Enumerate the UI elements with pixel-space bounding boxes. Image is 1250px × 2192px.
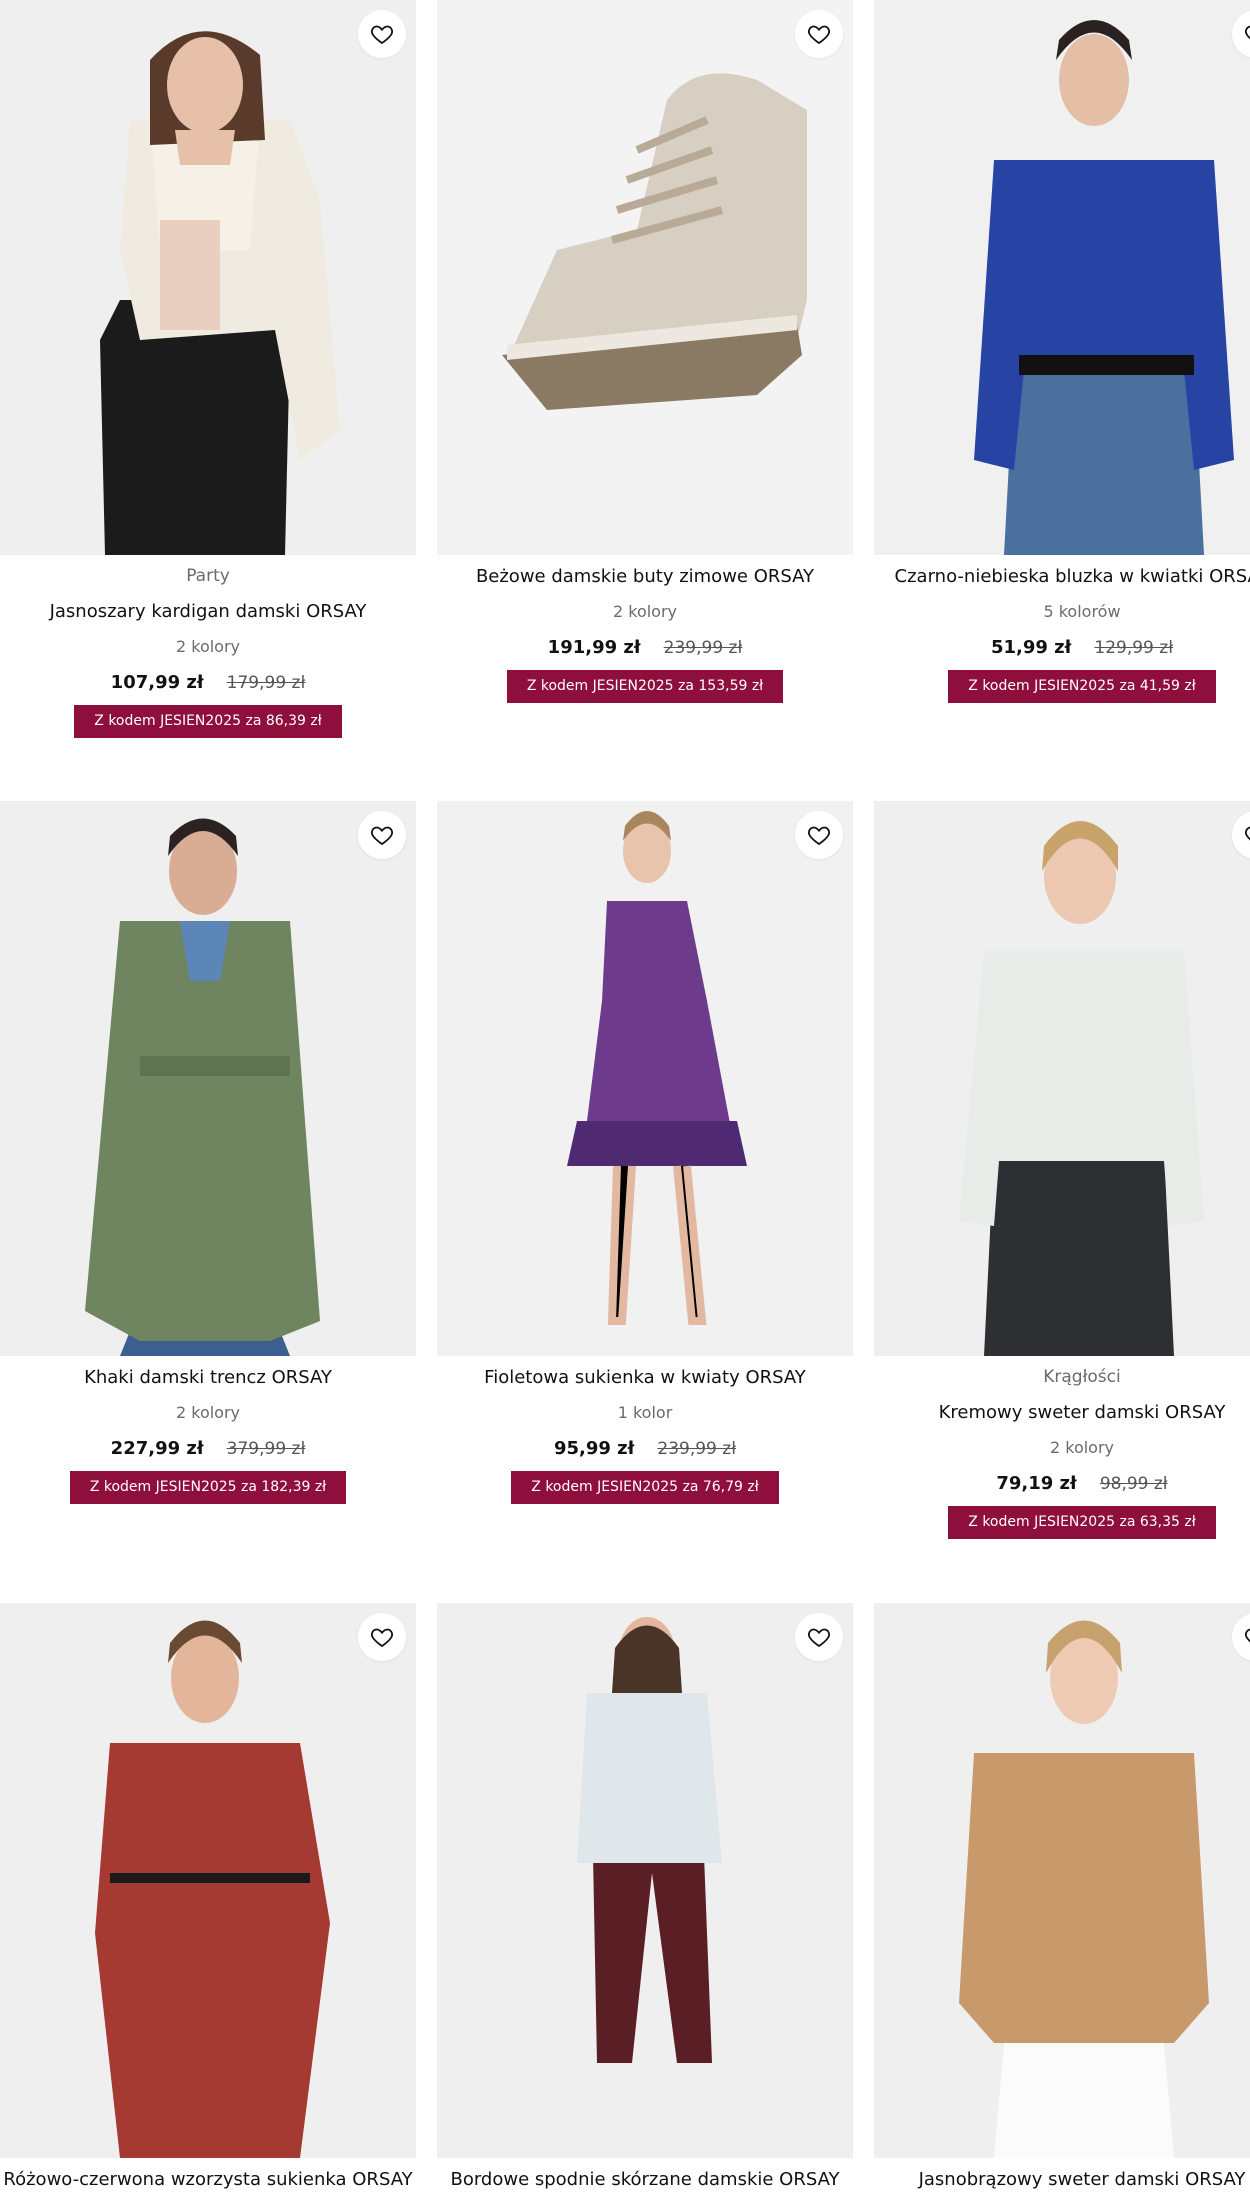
- product-price: 191,99 zł: [547, 637, 641, 658]
- heart-outline-icon: [1245, 826, 1250, 841]
- product-old-price: 129,99 zł: [1094, 638, 1174, 658]
- product-image[interactable]: [0, 1603, 416, 2158]
- heart-outline-icon: [371, 826, 393, 846]
- product-name[interactable]: Jasnobrązowy sweter damski ORSAY: [874, 2168, 1250, 2192]
- product-old-price: 239,99 zł: [663, 638, 743, 658]
- product-image[interactable]: [437, 801, 853, 1356]
- product-name[interactable]: Kremowy sweter damski ORSAY: [874, 1401, 1250, 1425]
- promo-code-badge: Z kodem JESIEN2025 za 182,39 zł: [69, 1471, 347, 1504]
- product-price: 51,99 zł: [990, 637, 1072, 658]
- heart-outline-icon: [371, 1628, 393, 1648]
- product-old-price: 179,99 zł: [226, 673, 306, 693]
- product-image[interactable]: [0, 0, 416, 555]
- product-colors-count: 2 kolory: [175, 1403, 241, 1422]
- product-name[interactable]: Fioletowa sukienka w kwiaty ORSAY: [437, 1366, 853, 1390]
- favorite-button[interactable]: [795, 811, 843, 859]
- heart-outline-icon: [371, 25, 393, 45]
- product-card[interactable]: Różowo-czerwona wzorzysta sukienka ORSAY: [0, 1603, 416, 2192]
- product-price: 107,99 zł: [110, 672, 204, 693]
- product-price: 95,99 zł: [553, 1438, 635, 1459]
- heart-outline-icon: [808, 25, 830, 45]
- product-name[interactable]: Jasnoszary kardigan damski ORSAY: [0, 600, 416, 624]
- product-card[interactable]: Bordowe spodnie skórzane damskie ORSAY: [437, 1603, 853, 2192]
- product-card[interactable]: Jasnobrązowy sweter damski ORSAY: [874, 1603, 1250, 2192]
- favorite-button[interactable]: [358, 1613, 406, 1661]
- product-colors-count: 1 kolor: [617, 1403, 673, 1422]
- promo-code-badge: Z kodem JESIEN2025 za 63,35 zł: [948, 1506, 1216, 1539]
- product-card[interactable]: Czarno-niebieska bluzka w kwiatki ORSAY …: [874, 0, 1250, 703]
- favorite-button[interactable]: [358, 811, 406, 859]
- product-colors-count: 5 kolorów: [1043, 602, 1121, 621]
- product-label: Party: [186, 566, 230, 586]
- product-name[interactable]: Beżowe damskie buty zimowe ORSAY: [437, 565, 853, 589]
- product-name[interactable]: Czarno-niebieska bluzka w kwiatki ORSAY: [874, 565, 1250, 589]
- product-colors-count: 2 kolory: [612, 602, 678, 621]
- product-name[interactable]: Różowo-czerwona wzorzysta sukienka ORSAY: [0, 2168, 416, 2192]
- product-grid: Party Jasnoszary kardigan damski ORSAY 2…: [0, 0, 1250, 2190]
- product-card[interactable]: Khaki damski trencz ORSAY 2 kolory 227,9…: [0, 801, 416, 1504]
- product-old-price: 98,99 zł: [1099, 1474, 1168, 1494]
- product-colors-count: 2 kolory: [1049, 1438, 1115, 1457]
- favorite-button[interactable]: [358, 10, 406, 58]
- product-price: 227,99 zł: [110, 1438, 204, 1459]
- promo-code-badge: Z kodem JESIEN2025 za 86,39 zł: [74, 705, 342, 738]
- product-price: 79,19 zł: [996, 1473, 1077, 1494]
- product-old-price: 379,99 zł: [226, 1439, 306, 1459]
- product-image[interactable]: [874, 0, 1250, 555]
- product-image[interactable]: [874, 1603, 1250, 2158]
- favorite-button[interactable]: [795, 10, 843, 58]
- product-image[interactable]: [874, 801, 1250, 1356]
- product-label: Krągłości: [1043, 1367, 1121, 1387]
- heart-outline-icon: [808, 826, 830, 846]
- promo-code-badge: Z kodem JESIEN2025 za 153,59 zł: [506, 670, 784, 703]
- product-old-price: 239,99 zł: [657, 1439, 737, 1459]
- product-name[interactable]: Khaki damski trencz ORSAY: [0, 1366, 416, 1390]
- heart-outline-icon: [1245, 25, 1250, 40]
- heart-outline-icon: [1245, 1628, 1250, 1643]
- promo-code-badge: Z kodem JESIEN2025 za 76,79 zł: [511, 1471, 779, 1504]
- product-card[interactable]: Party Jasnoszary kardigan damski ORSAY 2…: [0, 0, 416, 738]
- product-image[interactable]: [437, 0, 853, 555]
- promo-code-badge: Z kodem JESIEN2025 za 41,59 zł: [948, 670, 1216, 703]
- product-image[interactable]: [437, 1603, 853, 2158]
- product-colors-count: 2 kolory: [175, 637, 241, 656]
- product-name[interactable]: Bordowe spodnie skórzane damskie ORSAY: [437, 2168, 853, 2192]
- product-image[interactable]: [0, 801, 416, 1356]
- heart-outline-icon: [808, 1628, 830, 1648]
- favorite-button[interactable]: [795, 1613, 843, 1661]
- product-card[interactable]: Fioletowa sukienka w kwiaty ORSAY 1 kolo…: [437, 801, 853, 1504]
- product-card[interactable]: Krągłości Kremowy sweter damski ORSAY 2 …: [874, 801, 1250, 1539]
- product-card[interactable]: Beżowe damskie buty zimowe ORSAY 2 kolor…: [437, 0, 853, 703]
